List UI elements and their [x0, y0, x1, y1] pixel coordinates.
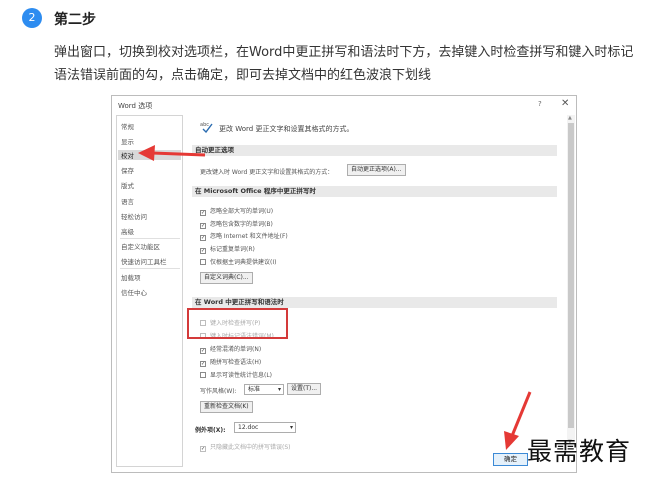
spelling-check-icon: abc [200, 122, 213, 133]
proofing-intro: 更改 Word 更正文字和设置其格式的方式。 [219, 125, 354, 133]
checkbox[interactable] [200, 372, 206, 378]
category-quick-access-toolbar[interactable]: 快速访问工具栏 [121, 256, 167, 266]
category-divider [120, 268, 180, 269]
category-accessibility[interactable]: 轻松访问 [121, 211, 147, 221]
category-general[interactable]: 常规 [121, 121, 134, 131]
option-ignore-numbers[interactable]: ✓ 忽略包含数字的单词(B) [200, 219, 273, 229]
exceptions-label: 例外项(X): [195, 427, 226, 434]
scroll-up-icon[interactable]: ▲ [568, 115, 572, 121]
category-trust-center[interactable]: 信任中心 [121, 287, 147, 297]
help-button[interactable]: ? [538, 100, 542, 108]
checkbox[interactable]: ✓ [200, 223, 206, 229]
proofing-content: abc 更改 Word 更正文字和设置其格式的方式。 自动更正选项 更改键入时 … [187, 115, 565, 467]
category-advanced[interactable]: 高级 [121, 226, 134, 236]
office-spelling-section-header: 在 Microsoft Office 程序中更正拼写时 [192, 186, 557, 197]
checkbox[interactable]: ✓ [200, 210, 206, 216]
word-options-dialog: Word 选项 ? ✕ 常规 显示 校对 保存 版式 语言 轻松访问 高级 自定… [111, 95, 577, 473]
option-frequently-confused-words[interactable]: ✓ 经常混淆的单词(N) [200, 344, 262, 354]
option-flag-repeated-words[interactable]: ✓ 标记重复单词(R) [200, 244, 255, 254]
checkbox[interactable]: ✓ [200, 235, 206, 241]
recheck-document-button[interactable]: 重新检查文档(K) [200, 401, 253, 413]
writing-style-value: 标准 [248, 386, 261, 393]
checkbox[interactable]: ✓ [200, 248, 206, 254]
watermark: 最需教育 [527, 437, 632, 466]
custom-dictionaries-button[interactable]: 自定义词典(C)... [200, 272, 253, 284]
chevron-down-icon: ▾ [277, 386, 281, 393]
category-language[interactable]: 语言 [121, 196, 134, 206]
checkbox[interactable]: ✓ [200, 361, 206, 367]
step-description: 弹出窗口，切换到校对选项栏，在Word中更正拼写和语法时下方，去掉键入时检查拼写… [54, 45, 634, 83]
autocorrect-description: 更改键入时 Word 更正文字和设置其格式的方式： [200, 169, 334, 176]
option-label: 显示可读性统计信息(L) [210, 372, 273, 379]
dialog-title: Word 选项 [118, 102, 153, 110]
scrollbar[interactable]: ▲ ▼ [567, 115, 575, 446]
writing-style-select[interactable]: 标准 ▾ [244, 384, 284, 395]
category-save[interactable]: 保存 [121, 165, 134, 175]
category-list: 常规 显示 校对 保存 版式 语言 轻松访问 高级 自定义功能区 快速访问工具栏… [116, 115, 183, 467]
highlight-box [187, 308, 288, 339]
autocorrect-section-header: 自动更正选项 [192, 145, 557, 156]
option-check-grammar-with-spelling[interactable]: ✓ 随拼写检查语法(H) [200, 357, 262, 367]
option-hide-spelling-errors-this-document[interactable]: ✓ 只隐藏此文档中的拼写错误(S) [200, 442, 291, 452]
close-icon[interactable]: ✕ [561, 98, 569, 109]
option-label: 随拼写检查语法(H) [210, 359, 262, 366]
checkbox[interactable] [200, 259, 206, 265]
scrollbar-thumb[interactable] [568, 123, 574, 428]
chevron-down-icon: ▾ [289, 424, 293, 431]
option-label: 标记重复单词(R) [210, 246, 255, 253]
writing-style-label: 写作风格(W): [200, 388, 237, 395]
settings-button[interactable]: 设置(T)... [287, 383, 322, 395]
category-divider [120, 238, 180, 239]
checkbox[interactable]: ✓ [200, 446, 206, 452]
option-main-dictionary-only[interactable]: 仅根据主词典提供建议(I) [200, 257, 277, 266]
step-title: 第二步 [54, 12, 96, 28]
step-number-badge: 2 [22, 8, 42, 28]
category-layout[interactable]: 版式 [121, 180, 134, 190]
option-label: 忽略全部大写的单词(U) [210, 208, 274, 215]
option-ignore-internet-addresses[interactable]: ✓ 忽略 Internet 和文件地址(F) [200, 231, 288, 241]
category-customize-ribbon[interactable]: 自定义功能区 [121, 241, 160, 251]
word-spelling-section-header: 在 Word 中更正拼写和语法时 [192, 297, 557, 308]
ok-button[interactable]: 确定 [493, 453, 528, 466]
svg-text:abc: abc [200, 122, 209, 128]
option-ignore-uppercase[interactable]: ✓ 忽略全部大写的单词(U) [200, 206, 274, 216]
option-label: 忽略包含数字的单词(B) [210, 221, 273, 228]
checkbox[interactable]: ✓ [200, 348, 206, 354]
category-display[interactable]: 显示 [121, 136, 134, 146]
category-proofing[interactable]: 校对 [118, 150, 181, 160]
exceptions-document-select[interactable]: 12.doc ▾ [234, 422, 296, 433]
option-label: 经常混淆的单词(N) [210, 346, 262, 353]
option-show-readability-statistics[interactable]: 显示可读性统计信息(L) [200, 370, 273, 379]
option-label: 仅根据主词典提供建议(I) [210, 259, 277, 266]
option-label: 只隐藏此文档中的拼写错误(S) [210, 444, 291, 451]
category-add-ins[interactable]: 加载项 [121, 272, 141, 282]
option-label: 忽略 Internet 和文件地址(F) [210, 233, 288, 240]
exceptions-file-name: 12.doc [238, 424, 259, 431]
autocorrect-options-button[interactable]: 自动更正选项(A)... [347, 164, 406, 176]
